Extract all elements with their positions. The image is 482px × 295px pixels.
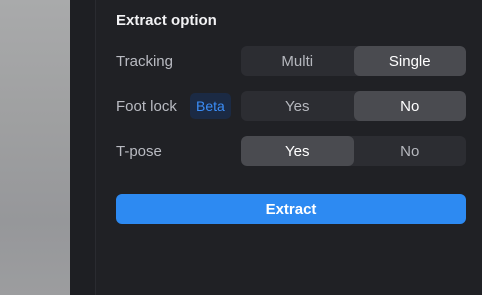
t-pose-option-yes[interactable]: Yes (241, 136, 354, 166)
beta-badge: Beta (190, 93, 231, 119)
foot-lock-segmented-control: Yes No (241, 91, 466, 121)
tracking-segmented-control: Multi Single (241, 46, 466, 76)
section-title: Extract option (116, 12, 217, 29)
t-pose-segmented-control: Yes No (241, 136, 466, 166)
viewport-preview (0, 0, 70, 295)
t-pose-option-no[interactable]: No (354, 136, 467, 166)
tracking-label: Tracking (116, 53, 173, 70)
t-pose-label: T-pose (116, 143, 162, 160)
foot-lock-option-yes[interactable]: Yes (241, 91, 354, 121)
panel-gutter (70, 0, 96, 295)
foot-lock-label: Foot lock (116, 98, 177, 115)
extract-button[interactable]: Extract (116, 194, 466, 224)
tracking-option-single[interactable]: Single (353, 46, 466, 76)
tracking-option-multi[interactable]: Multi (241, 46, 354, 76)
foot-lock-option-no[interactable]: No (353, 91, 466, 121)
